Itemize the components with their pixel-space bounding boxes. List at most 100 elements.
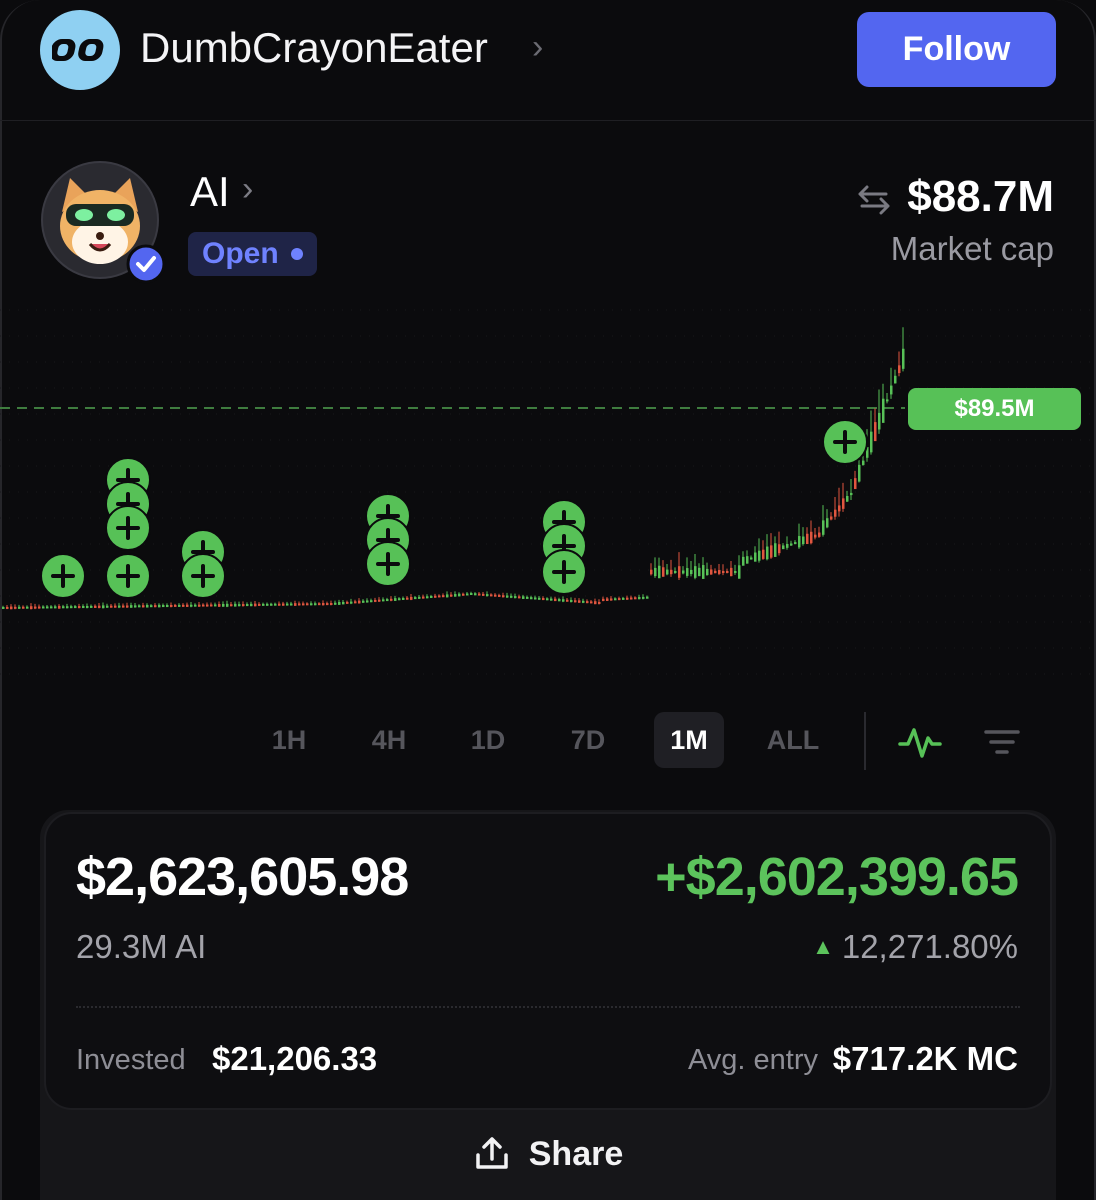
token-avatar[interactable]: [40, 160, 166, 284]
candle: [86, 605, 89, 608]
filter-lines-icon: [984, 730, 1020, 754]
candle: [242, 604, 245, 607]
candle: [506, 595, 509, 598]
candle: [118, 605, 121, 608]
candle: [486, 594, 489, 597]
candle: [346, 601, 349, 604]
candle: [290, 603, 293, 606]
candle: [386, 599, 389, 602]
candle: [494, 594, 497, 597]
candle: [470, 593, 473, 595]
tab-1m[interactable]: 1M: [654, 712, 724, 768]
candlestick-chart[interactable]: [0, 300, 1096, 690]
invested-value: $21,206.33: [212, 1040, 378, 1077]
candle: [450, 594, 453, 597]
candle: [254, 603, 257, 607]
candle: [190, 604, 193, 607]
filter-toggle[interactable]: [980, 720, 1024, 764]
candle: [730, 567, 733, 577]
candle: [606, 598, 609, 601]
candle: [610, 598, 613, 601]
candle: [194, 604, 197, 607]
candle: [258, 603, 261, 606]
candle: [206, 604, 209, 607]
candle: [14, 606, 17, 609]
tab-4h[interactable]: 4H: [354, 712, 424, 768]
candle: [162, 605, 165, 608]
candle: [266, 603, 269, 606]
candle: [378, 599, 381, 602]
candle: [474, 593, 477, 596]
candle: [898, 365, 901, 374]
follow-button[interactable]: Follow: [857, 12, 1056, 87]
timeframe-tabs: 1H 4H 1D 7D 1M ALL: [0, 712, 1096, 772]
chevron-right-icon[interactable]: ›: [242, 170, 253, 209]
candle: [166, 605, 169, 608]
market-cap-value: $88.7M: [907, 172, 1054, 221]
username[interactable]: DumbCrayonEater: [140, 24, 488, 72]
candle: [798, 536, 801, 548]
triangle-up-icon: ▲: [812, 934, 834, 959]
candle: [90, 605, 93, 608]
candle: [210, 604, 213, 607]
candle: [502, 595, 505, 598]
candle: [658, 565, 661, 579]
user-avatar[interactable]: [40, 10, 120, 90]
candle: [370, 600, 373, 603]
avg-entry-label: Avg. entry: [687, 1044, 818, 1076]
candle: [630, 597, 633, 600]
candle: [234, 603, 237, 607]
candle: [818, 532, 821, 537]
tab-1h[interactable]: 1H: [254, 712, 324, 768]
candle: [762, 549, 765, 559]
candle: [334, 602, 337, 605]
tab-1d[interactable]: 1D: [453, 712, 523, 768]
candle: [342, 601, 345, 605]
candle: [314, 603, 317, 606]
candle: [230, 604, 233, 607]
candle: [566, 599, 569, 602]
candle: [830, 516, 833, 520]
candle: [598, 601, 601, 604]
candle: [302, 603, 305, 606]
share-upload-icon: [476, 1137, 508, 1169]
candle: [130, 605, 133, 608]
candle: [742, 556, 745, 566]
candle: [278, 603, 281, 606]
candle: [18, 606, 21, 609]
candle: [406, 597, 409, 600]
candle: [366, 600, 369, 603]
token-name[interactable]: AI: [190, 168, 230, 216]
candle: [42, 606, 45, 609]
share-button[interactable]: Share: [400, 1126, 696, 1182]
candle: [522, 596, 525, 599]
candle: [546, 598, 549, 601]
candle: [54, 606, 57, 609]
candle: [374, 599, 377, 602]
candle: [394, 598, 397, 601]
candle: [750, 557, 753, 560]
header: DumbCrayonEater › Follow: [0, 0, 1096, 121]
swap-arrows-icon[interactable]: [856, 184, 892, 216]
candle: [402, 597, 405, 600]
line-chart-toggle[interactable]: [898, 720, 942, 764]
position-value: $2,623,605.98: [76, 847, 409, 907]
tab-7d[interactable]: 7D: [553, 712, 623, 768]
candle: [846, 495, 849, 502]
candle: [642, 596, 645, 599]
infinity-logo-icon: [52, 39, 104, 61]
price-chart[interactable]: [0, 300, 1096, 690]
tab-all[interactable]: ALL: [758, 712, 828, 768]
candle: [442, 595, 445, 598]
chevron-right-icon[interactable]: ›: [532, 28, 543, 67]
candle: [858, 464, 861, 482]
candle: [358, 600, 361, 604]
candle: [126, 605, 129, 608]
candle: [282, 603, 285, 606]
candle: [782, 545, 785, 550]
candle: [746, 556, 749, 564]
candle: [178, 604, 181, 607]
candle: [146, 604, 149, 608]
candle: [466, 593, 469, 596]
candle: [438, 595, 441, 598]
